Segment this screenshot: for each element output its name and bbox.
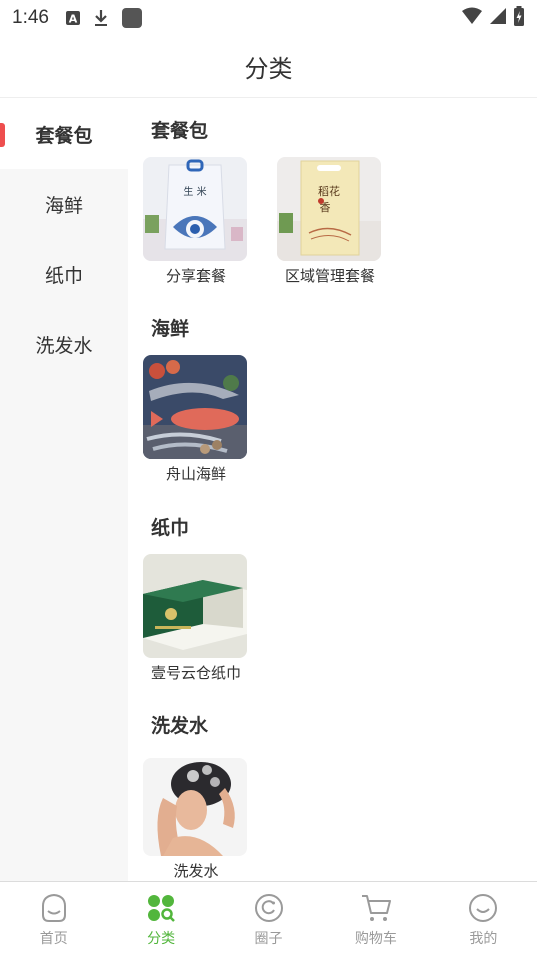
- sidebar-item-label: 海鲜: [44, 194, 83, 217]
- section-title: 套餐包: [151, 120, 209, 142]
- product-name: 舟山海鲜: [165, 465, 226, 483]
- svg-text:A: A: [69, 13, 78, 26]
- product-name: 分享套餐: [165, 267, 226, 285]
- tab-profile[interactable]: 我的: [430, 882, 537, 956]
- tab-label: 圈子: [254, 931, 283, 947]
- sidebar-item-seafood[interactable]: 海鲜: [0, 169, 128, 239]
- category-grid-icon: [145, 892, 177, 924]
- page-title: 分类: [244, 55, 293, 83]
- product-image-tissue-box: [143, 554, 247, 658]
- tab-cart[interactable]: 购物车: [322, 882, 429, 956]
- home-face-icon: [38, 892, 70, 924]
- cart-icon: [360, 892, 392, 924]
- tab-category[interactable]: 分类: [107, 882, 214, 956]
- a-badge-icon: A: [65, 10, 81, 26]
- product-image-shampoo-woman: [143, 758, 247, 856]
- product-card-tissue[interactable]: 壹号云仓纸巾: [143, 554, 248, 683]
- app-square-icon: [121, 7, 143, 29]
- category-sidebar: 套餐包 海鲜 纸巾 洗发水: [0, 99, 128, 881]
- product-image-rice-bag-blue: 生 米: [143, 157, 247, 261]
- status-bar: 1:46 A: [0, 0, 537, 36]
- profile-smile-icon: [467, 892, 499, 924]
- category-content: 套餐包 生 米 分享套餐 稻花 香 区域管理套餐 海鲜 舟山海鲜 纸巾 壹号云仓…: [128, 99, 537, 881]
- sidebar-item-tissue[interactable]: 纸巾: [0, 239, 128, 309]
- sidebar-item-label: 套餐包: [35, 124, 93, 147]
- status-time: 1:46: [12, 7, 49, 28]
- product-name: 壹号云仓纸巾: [150, 664, 241, 682]
- sidebar-item-label: 洗发水: [35, 334, 93, 357]
- product-card-shampoo[interactable]: 洗发水: [143, 758, 248, 881]
- product-card-region-package[interactable]: 稻花 香 区域管理套餐: [277, 157, 382, 286]
- product-image-rice-bag-yellow: 稻花 香: [277, 157, 381, 261]
- tab-circle[interactable]: 圈子: [215, 882, 322, 956]
- sidebar-item-shampoo[interactable]: 洗发水: [0, 309, 128, 379]
- product-image-seafood: [143, 355, 247, 459]
- section-title: 洗发水: [151, 715, 209, 737]
- tab-label: 分类: [147, 931, 176, 947]
- svg-text:稻花: 稻花: [318, 185, 340, 198]
- circle-icon: [253, 892, 285, 924]
- product-card-share-package[interactable]: 生 米 分享套餐: [143, 157, 248, 286]
- wifi-icon: [461, 7, 483, 29]
- title-bar: 分类: [0, 36, 537, 98]
- download-icon: [93, 9, 109, 27]
- sidebar-item-package[interactable]: 套餐包: [0, 99, 128, 169]
- section-title: 海鲜: [151, 318, 190, 340]
- product-name: 洗发水: [173, 862, 219, 880]
- product-name: 区域管理套餐: [284, 267, 375, 285]
- signal-icon: [489, 7, 507, 29]
- tab-label: 我的: [469, 931, 498, 947]
- bottom-tab-bar: 首页 分类 圈子 购物车 我的: [0, 881, 537, 956]
- sidebar-item-label: 纸巾: [44, 264, 83, 287]
- tab-home[interactable]: 首页: [0, 882, 107, 956]
- battery-charging-icon: [513, 6, 525, 30]
- section-title: 纸巾: [151, 517, 190, 539]
- product-card-zhoushan-seafood[interactable]: 舟山海鲜: [143, 355, 248, 484]
- tab-label: 首页: [39, 931, 68, 947]
- tab-label: 购物车: [354, 931, 397, 947]
- svg-text:生 米: 生 米: [183, 185, 206, 198]
